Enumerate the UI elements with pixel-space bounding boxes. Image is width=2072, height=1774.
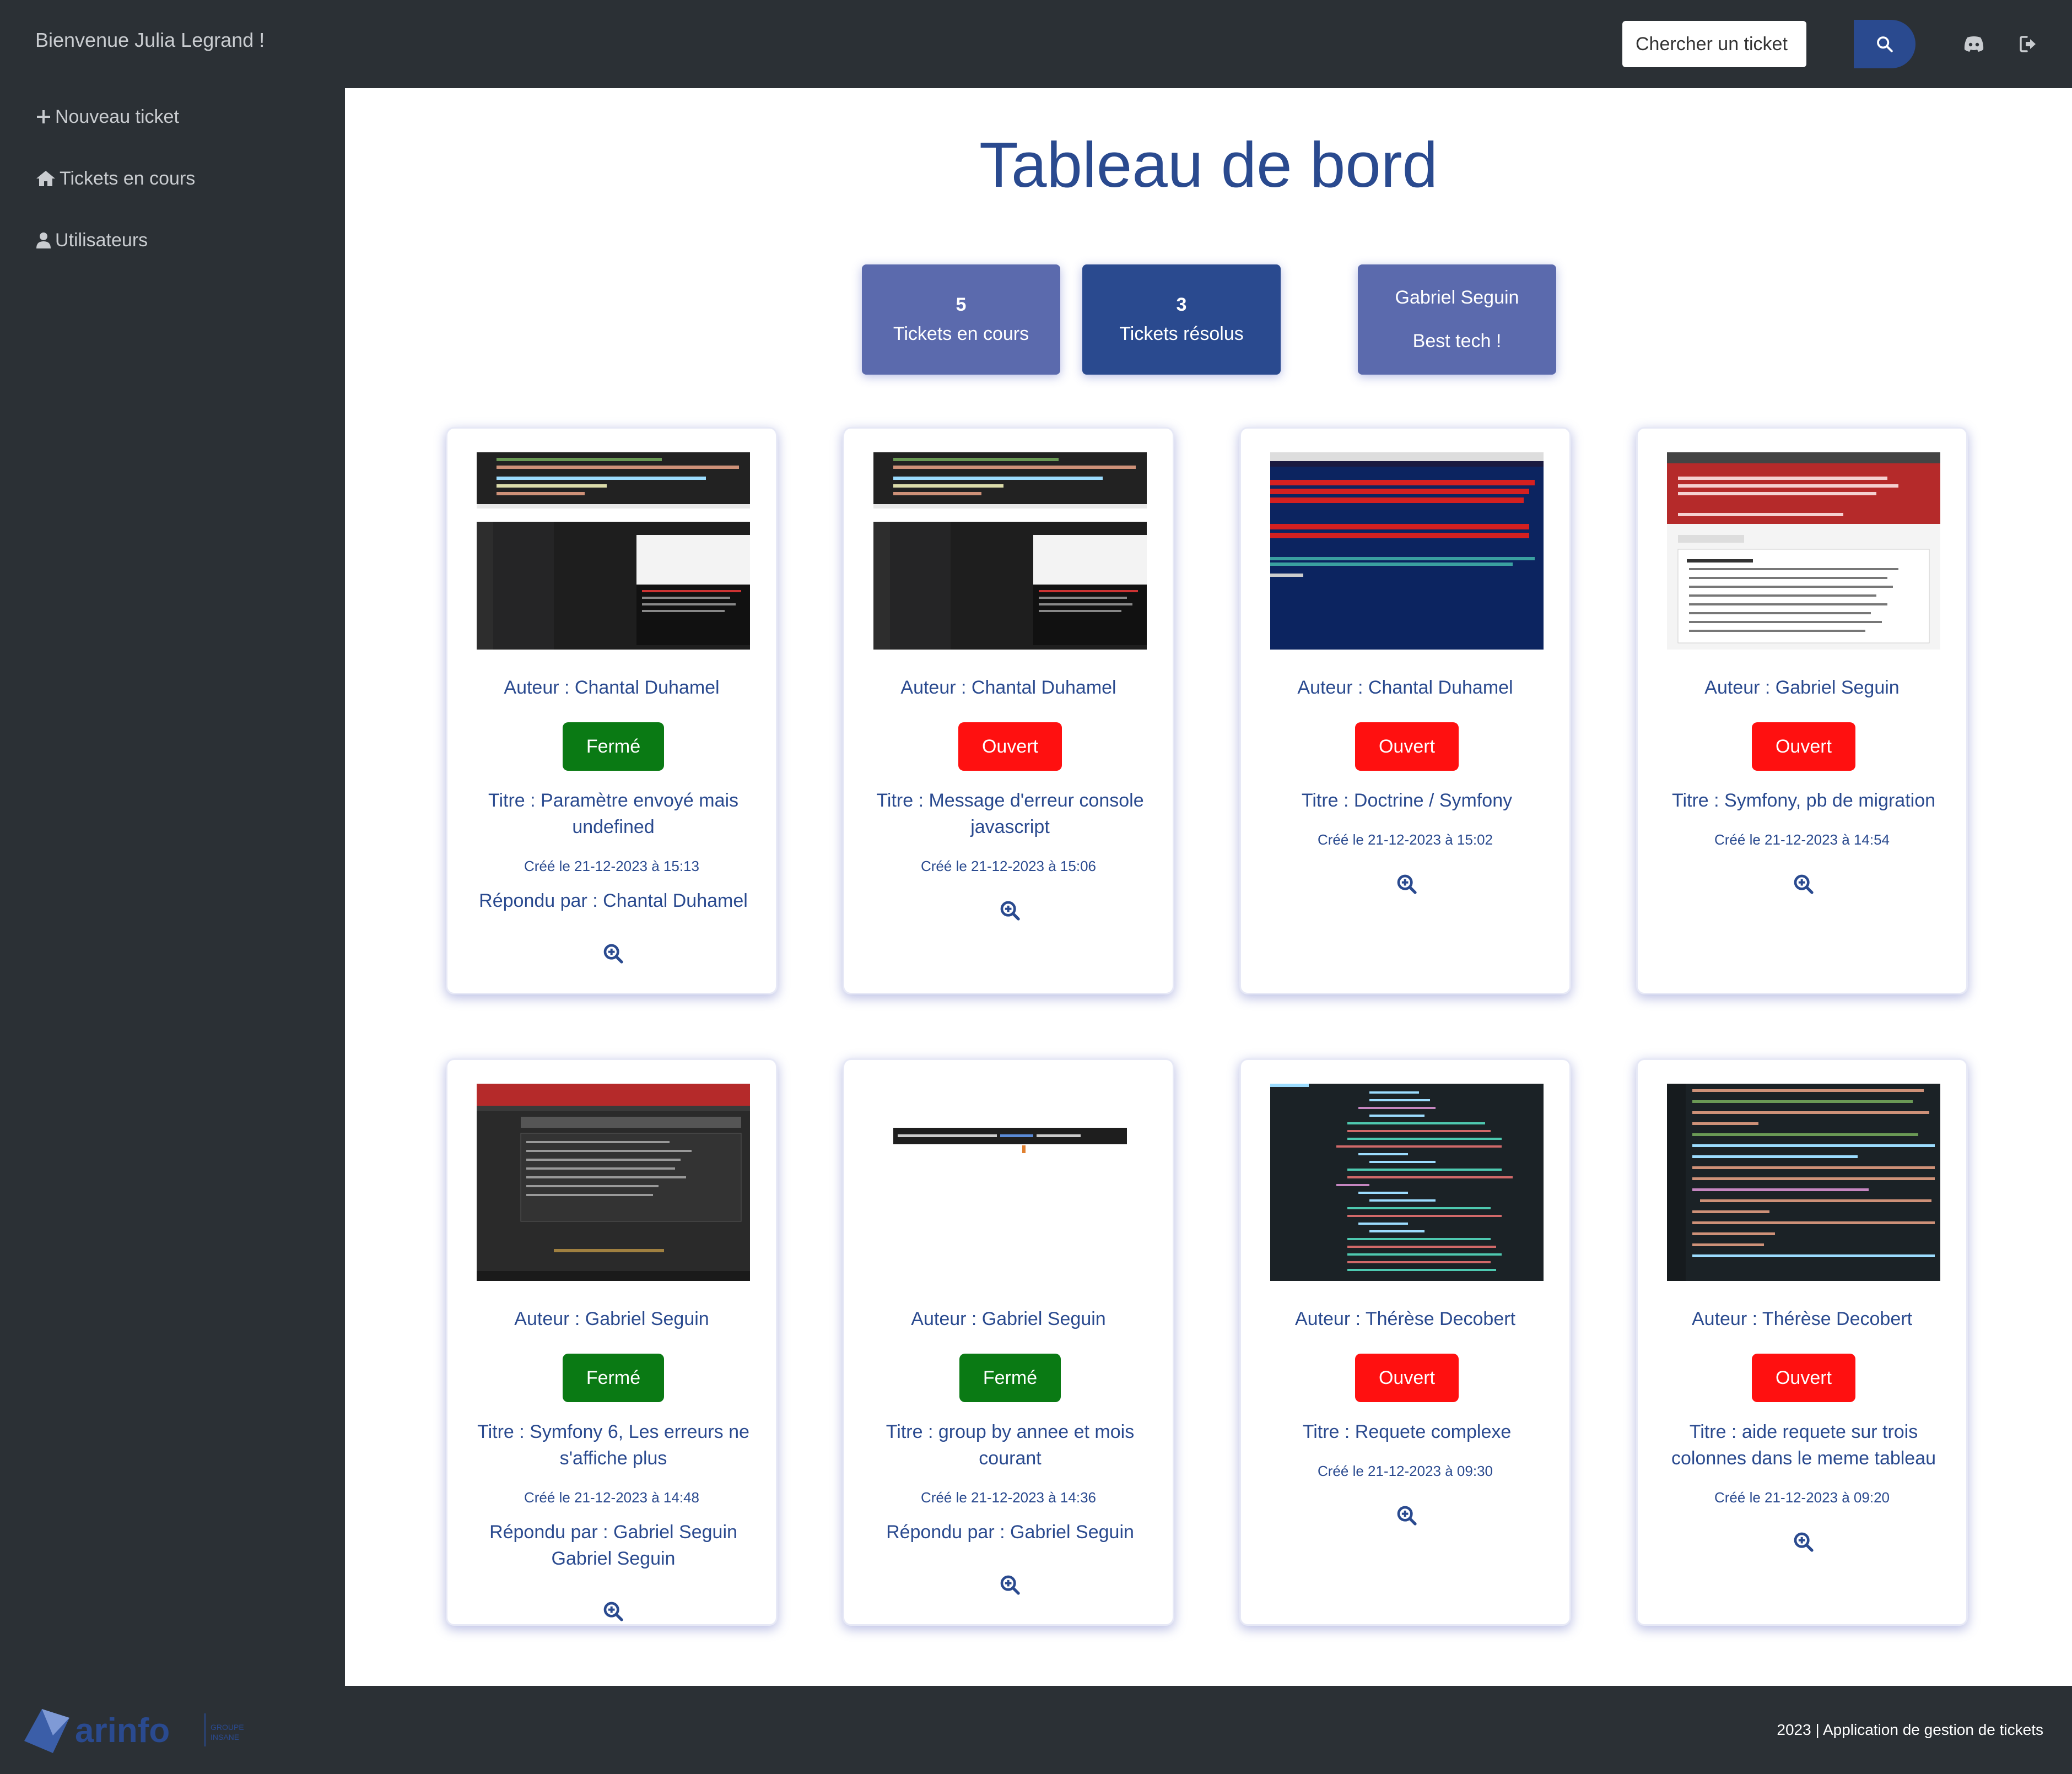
ticket-title: Titre : Message d'erreur console javascr… <box>876 790 1144 837</box>
ticket-card: Auteur : Chantal Duhamel Ouvert Titre : … <box>1241 429 1569 993</box>
ticket-screenshot <box>1667 452 1940 650</box>
page-title: Tableau de bord <box>979 129 1438 201</box>
ticket-screenshot <box>477 452 750 650</box>
logout-link[interactable] <box>2016 32 2042 56</box>
zoom-in-icon[interactable] <box>1793 873 1815 895</box>
sidebar-item-label: Utilisateurs <box>55 229 148 251</box>
user-icon <box>36 232 51 248</box>
svg-text:INSANE: INSANE <box>211 1733 239 1741</box>
status-badge: Fermé <box>959 1354 1061 1402</box>
ticket-card: Auteur : Thérèse Decobert Ouvert Titre :… <box>1241 1060 1569 1624</box>
search-icon <box>1877 36 1893 52</box>
ticket-author: Auteur : Thérèse Decobert <box>1691 1308 1913 1329</box>
discord-link[interactable] <box>1961 32 1987 56</box>
arinfo-logo: arinfo GROUPE INSANE <box>24 1709 244 1753</box>
sidebar-item-tickets-in-progress[interactable]: Tickets en cours <box>35 162 195 195</box>
ticket-card: Auteur : Gabriel Seguin Fermé Titre : Sy… <box>447 1060 776 1624</box>
ticket-author: Auteur : Chantal Duhamel <box>900 677 1116 698</box>
ticket-author: Auteur : Thérèse Decobert <box>1294 1308 1516 1329</box>
svg-text:arinfo: arinfo <box>75 1712 170 1750</box>
home-icon <box>36 171 55 186</box>
ticket-reply: Répondu par : Gabriel Seguin Gabriel Seg… <box>489 1522 737 1569</box>
ticket-date: Créé le 21-12-2023 à 14:54 <box>1714 831 1890 848</box>
ticket-date: Créé le 21-12-2023 à 15:02 <box>1317 831 1493 848</box>
status-badge: Ouvert <box>1752 1354 1855 1402</box>
main-content: Tableau de bord 5 Tickets en cours 3 Tic… <box>345 88 2072 1686</box>
status-badge: Fermé <box>563 722 664 771</box>
sidebar: Nouveau ticket Tickets en cours Utilisat… <box>0 88 345 1686</box>
status-badge: Ouvert <box>958 722 1062 771</box>
stat-best-tech: Gabriel Seguin Best tech ! <box>1358 264 1556 375</box>
ticket-card: Auteur : Chantal Duhamel Ouvert Titre : … <box>844 429 1173 993</box>
stat-resolved-tickets: 3 Tickets résolus <box>1082 264 1281 375</box>
welcome-message: Bienvenue Julia Legrand ! <box>35 29 265 51</box>
ticket-card: Auteur : Gabriel Seguin Fermé Titre : gr… <box>844 1060 1173 1624</box>
stat-label: Tickets résolus <box>1119 323 1244 344</box>
ticket-card: Auteur : Thérèse Decobert Ouvert Titre :… <box>1638 1060 1966 1624</box>
ticket-title: Titre : Symfony, pb de migration <box>1671 790 1936 811</box>
stat-label: Best tech ! <box>1412 331 1502 351</box>
ticket-reply: Répondu par : Gabriel Seguin <box>886 1522 1134 1543</box>
zoom-in-icon[interactable] <box>999 1574 1021 1596</box>
ticket-title: Titre : Paramètre envoyé mais undefined <box>488 790 739 837</box>
ticket-card: Auteur : Chantal Duhamel Fermé Titre : P… <box>447 429 776 993</box>
ticket-title: Titre : group by annee et mois courant <box>886 1421 1135 1469</box>
zoom-in-icon[interactable] <box>1396 873 1418 895</box>
svg-text:GROUPE: GROUPE <box>211 1723 244 1732</box>
ticket-author: Auteur : Gabriel Seguin <box>1704 677 1900 698</box>
ticket-title: Titre : aide requete sur trois colonnes … <box>1671 1421 1936 1469</box>
ticket-date: Créé le 21-12-2023 à 14:48 <box>524 1489 699 1506</box>
ticket-date: Créé le 21-12-2023 à 09:30 <box>1317 1463 1493 1479</box>
status-badge: Fermé <box>563 1354 664 1402</box>
stat-value: 5 <box>956 294 967 315</box>
stat-value: 3 <box>1176 294 1187 315</box>
discord-icon <box>1964 36 1984 52</box>
ticket-card: Auteur : Gabriel Seguin Ouvert Titre : S… <box>1638 429 1966 993</box>
status-badge: Ouvert <box>1355 1354 1459 1402</box>
ticket-reply: Répondu par : Chantal Duhamel <box>479 890 748 911</box>
status-badge: Ouvert <box>1752 722 1855 771</box>
plus-icon <box>37 110 50 123</box>
ticket-date: Créé le 21-12-2023 à 14:36 <box>920 1489 1096 1506</box>
ticket-date: Créé le 21-12-2023 à 15:13 <box>524 858 699 874</box>
zoom-in-icon[interactable] <box>1396 1505 1418 1527</box>
zoom-in-icon[interactable] <box>1793 1531 1815 1553</box>
zoom-in-icon[interactable] <box>602 1600 624 1622</box>
ticket-date: Créé le 21-12-2023 à 15:06 <box>920 858 1096 874</box>
ticket-screenshot <box>1270 1084 1544 1281</box>
sidebar-item-new-ticket[interactable]: Nouveau ticket <box>35 100 179 133</box>
search-button[interactable] <box>1854 20 1915 68</box>
ticket-title: Titre : Doctrine / Symfony <box>1301 790 1513 811</box>
ticket-screenshot <box>477 1084 750 1281</box>
ticket-screenshot <box>1270 452 1544 650</box>
stat-value: Gabriel Seguin <box>1395 287 1519 308</box>
search-input[interactable] <box>1622 21 1806 67</box>
top-bar: Bienvenue Julia Legrand ! <box>0 0 2072 88</box>
zoom-in-icon[interactable] <box>999 900 1021 922</box>
stat-label: Tickets en cours <box>893 323 1029 344</box>
sidebar-item-users[interactable]: Utilisateurs <box>35 224 148 257</box>
logout-icon <box>2020 36 2036 52</box>
sidebar-item-label: Tickets en cours <box>60 167 196 189</box>
status-badge: Ouvert <box>1355 722 1459 771</box>
ticket-author: Auteur : Gabriel Seguin <box>514 1308 709 1329</box>
stat-open-tickets: 5 Tickets en cours <box>862 264 1060 375</box>
ticket-screenshot <box>873 452 1147 650</box>
zoom-in-icon[interactable] <box>602 943 624 965</box>
ticket-author: Auteur : Chantal Duhamel <box>1297 677 1513 698</box>
sidebar-item-label: Nouveau ticket <box>55 106 179 127</box>
ticket-title: Titre : Symfony 6, Les erreurs ne s'affi… <box>477 1421 749 1469</box>
ticket-author: Auteur : Gabriel Seguin <box>911 1308 1106 1329</box>
ticket-screenshot <box>873 1084 1147 1281</box>
ticket-title: Titre : Requete complexe <box>1302 1421 1512 1442</box>
ticket-date: Créé le 21-12-2023 à 09:20 <box>1714 1489 1890 1506</box>
footer-text: 2023 | Application de gestion de tickets <box>1777 1721 2043 1738</box>
ticket-screenshot <box>1667 1084 1940 1281</box>
ticket-author: Auteur : Chantal Duhamel <box>504 677 720 698</box>
